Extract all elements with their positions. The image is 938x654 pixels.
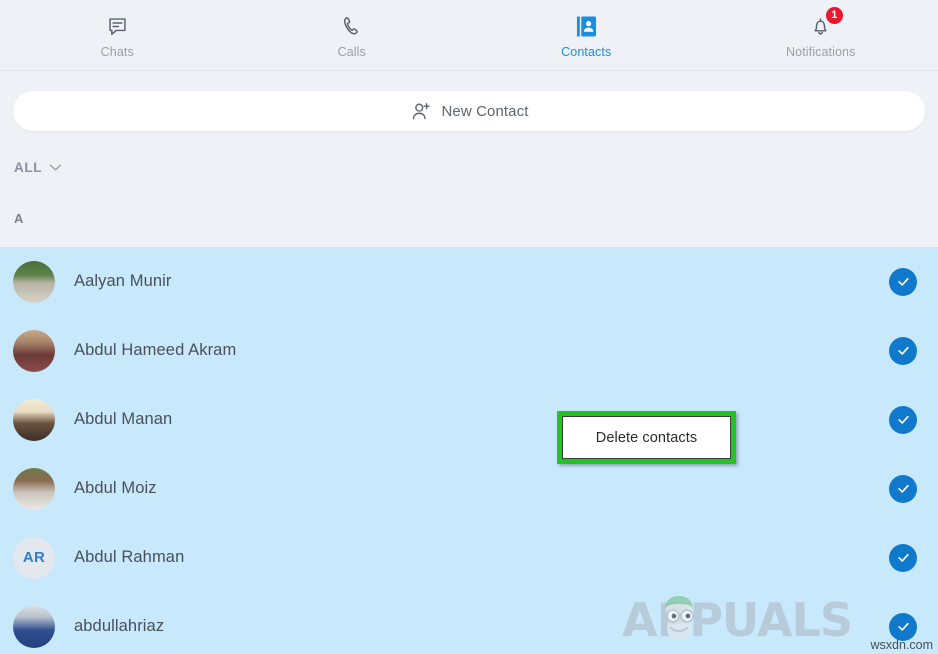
contact-list: Aalyan Munir Abdul Hameed Akram Abdul Mana… xyxy=(0,247,938,654)
tab-chats-label: Chats xyxy=(100,45,134,60)
filter-all-label: ALL xyxy=(14,160,43,175)
contact-selected-checkmark[interactable] xyxy=(889,267,917,296)
contact-row[interactable]: Abdul Hameed Akram xyxy=(0,316,938,385)
avatar xyxy=(13,467,55,510)
contact-row[interactable]: AR Abdul Rahman xyxy=(0,523,938,592)
contact-book-icon xyxy=(571,12,601,40)
new-contact-zone: New Contact xyxy=(0,71,938,146)
contact-row[interactable]: Abdul Manan xyxy=(0,385,938,454)
contact-row[interactable]: abdullahriaz xyxy=(0,592,938,654)
contact-name: abdullahriaz xyxy=(74,617,165,635)
section-header: A xyxy=(0,189,938,247)
tab-notifications-label: Notifications xyxy=(786,45,856,60)
delete-contacts-highlight: Delete contacts xyxy=(557,411,736,464)
avatar xyxy=(13,329,55,372)
contact-selected-checkmark[interactable] xyxy=(889,612,917,641)
phone-icon xyxy=(337,12,367,40)
contact-selected-checkmark[interactable] xyxy=(889,336,917,365)
contact-selected-checkmark[interactable] xyxy=(889,405,917,434)
contact-name: Aalyan Munir xyxy=(74,272,172,290)
avatar-photo xyxy=(13,467,55,510)
avatar-photo xyxy=(13,260,55,303)
avatar xyxy=(13,605,55,648)
tab-contacts[interactable]: Contacts xyxy=(469,0,704,71)
tab-chats[interactable]: Chats xyxy=(0,0,235,71)
tab-notifications[interactable]: 1 Notifications xyxy=(704,0,938,71)
tab-calls-label: Calls xyxy=(337,45,366,60)
wsxdn-watermark: wsxdn.com xyxy=(870,638,933,652)
filter-all-dropdown[interactable]: ALL xyxy=(14,160,62,175)
contact-row[interactable]: Abdul Moiz xyxy=(0,454,938,523)
avatar-initials: AR xyxy=(13,536,55,579)
notifications-badge: 1 xyxy=(825,7,843,25)
top-navigation-bar: Chats Calls Contacts 1 Notifications xyxy=(0,0,938,71)
delete-contacts-label: Delete contacts xyxy=(595,429,698,446)
person-plus-icon xyxy=(410,101,432,122)
contact-name: Abdul Hameed Akram xyxy=(74,341,237,359)
chevron-down-icon xyxy=(49,163,62,172)
avatar: AR xyxy=(13,536,55,579)
avatar-photo xyxy=(13,605,55,648)
contact-name: Abdul Moiz xyxy=(74,479,157,497)
chat-bubble-icon xyxy=(102,12,132,40)
new-contact-button[interactable]: New Contact xyxy=(13,91,925,131)
contact-selected-checkmark[interactable] xyxy=(889,474,917,503)
avatar xyxy=(13,260,55,303)
avatar-photo xyxy=(13,329,55,372)
avatar-photo xyxy=(13,398,55,441)
contact-selected-checkmark[interactable] xyxy=(889,543,917,572)
delete-contacts-button[interactable]: Delete contacts xyxy=(562,416,731,459)
tab-contacts-label: Contacts xyxy=(561,45,612,60)
contact-name: Abdul Rahman xyxy=(74,548,185,566)
new-contact-label: New Contact xyxy=(441,102,529,120)
filter-row: ALL xyxy=(0,146,938,189)
tab-calls[interactable]: Calls xyxy=(235,0,470,71)
bell-icon: 1 xyxy=(806,7,843,40)
contact-name: Abdul Manan xyxy=(74,410,173,428)
section-letter-label: A xyxy=(14,210,24,226)
contact-row[interactable]: Aalyan Munir xyxy=(0,247,938,316)
avatar xyxy=(13,398,55,441)
